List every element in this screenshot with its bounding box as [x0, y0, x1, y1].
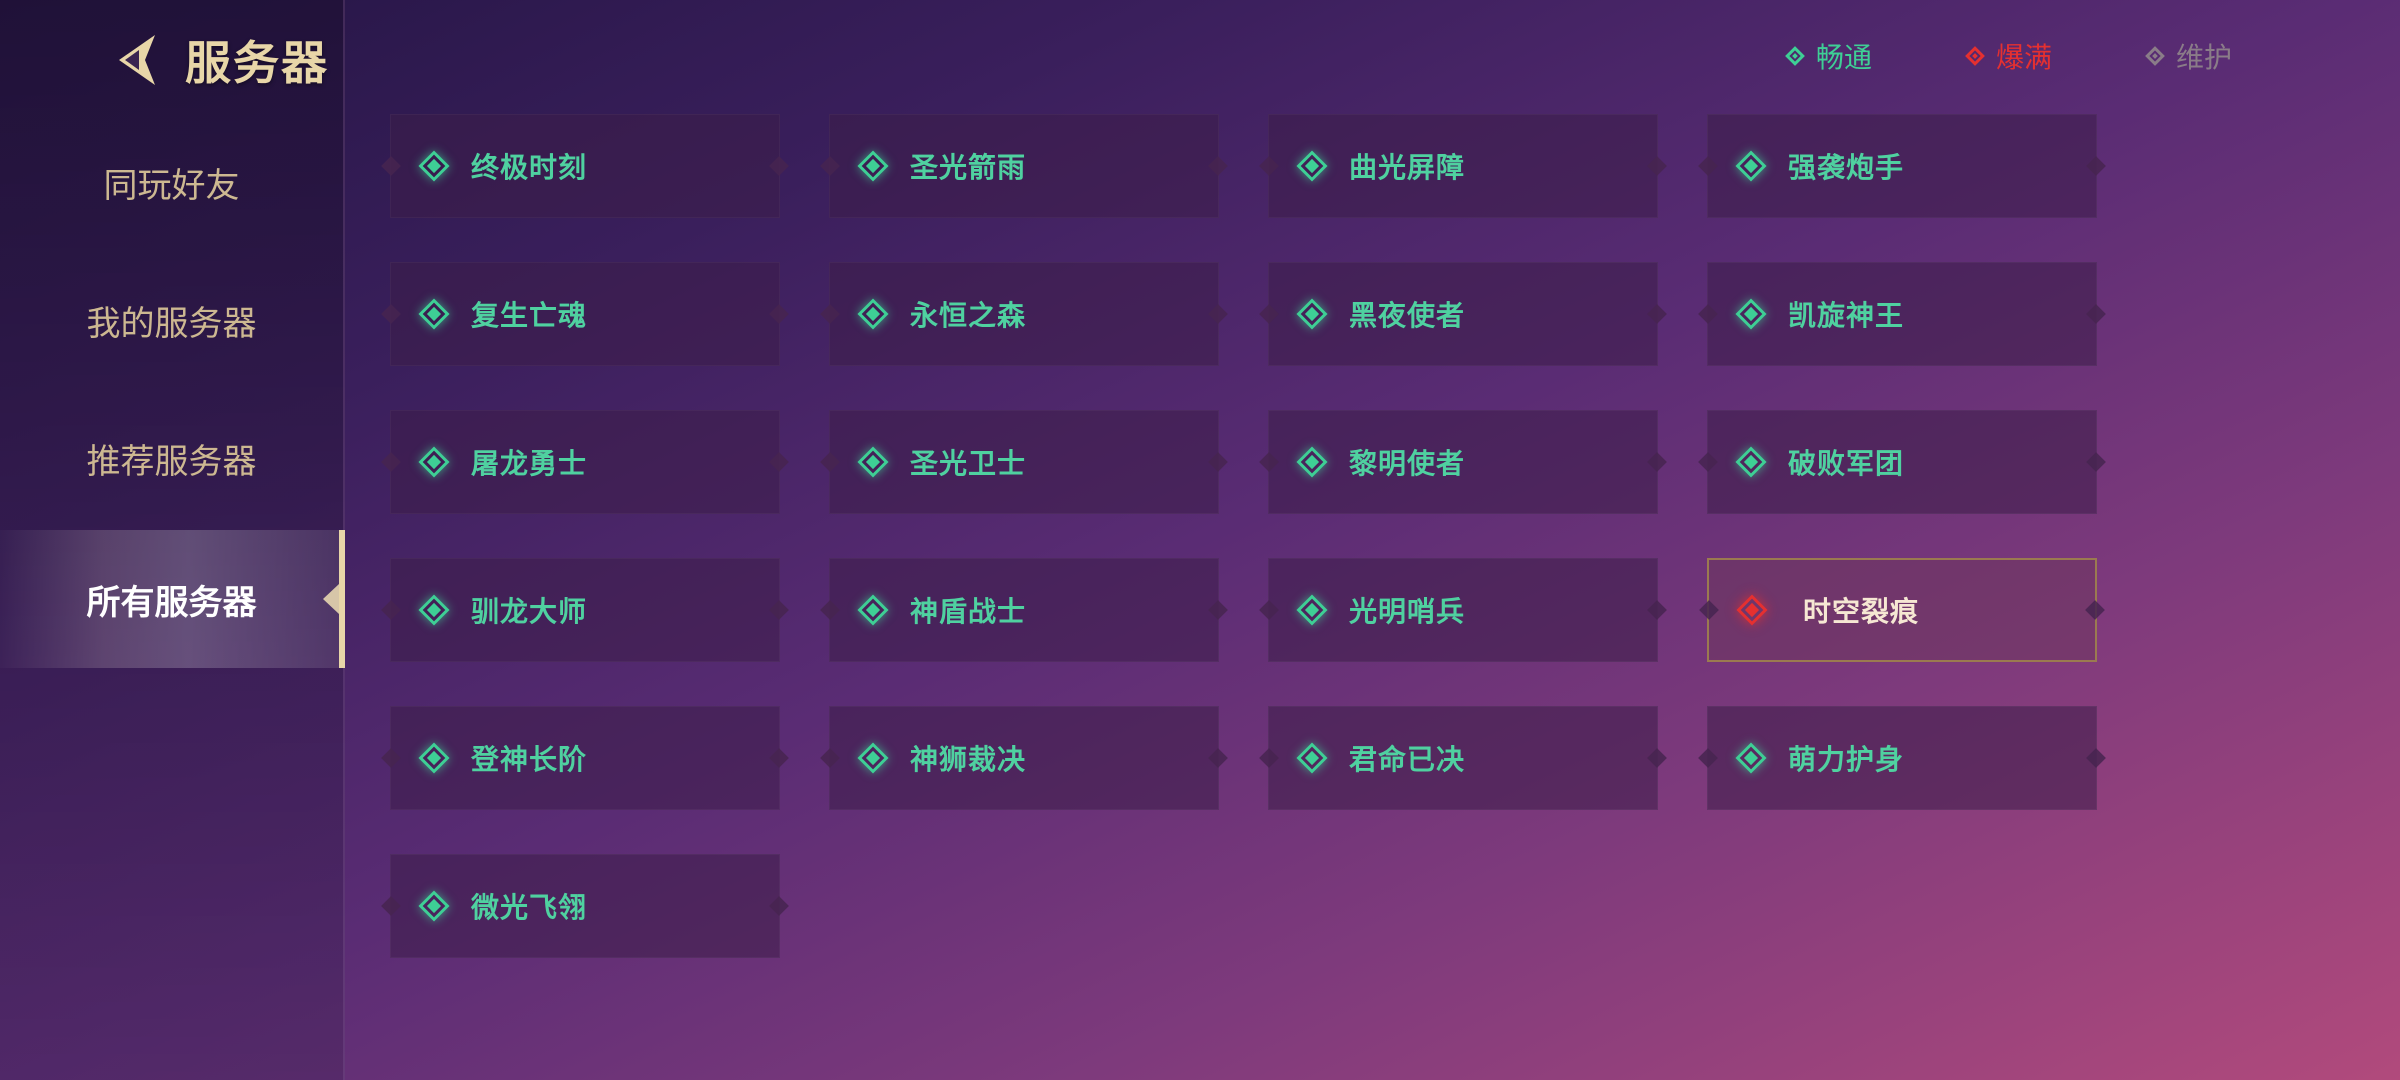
server-card[interactable]: 君命已决 [1259, 706, 1667, 810]
server-card[interactable]: 圣光卫士 [820, 410, 1228, 514]
server-card[interactable]: 驯龙大师 [381, 558, 789, 662]
server-name: 曲光屏障 [1349, 151, 1466, 184]
server-card[interactable]: 复生亡魂 [381, 262, 789, 366]
status-diamond-icon [1734, 741, 1768, 775]
server-name: 永恒之森 [910, 299, 1027, 332]
server-card[interactable]: 圣光箭雨 [820, 114, 1228, 218]
sidebar-item-label: 所有服务器 [86, 582, 257, 623]
server-name: 圣光箭雨 [910, 151, 1027, 184]
status-diamond-icon [1734, 297, 1768, 331]
server-card[interactable]: 微光飞翎 [381, 854, 789, 958]
status-diamond-icon [417, 297, 451, 331]
legend-label: 畅通 [1816, 41, 1873, 74]
server-name: 萌力护身 [1788, 743, 1905, 776]
server-card[interactable]: 黑夜使者 [1259, 262, 1667, 366]
server-card[interactable]: 永恒之森 [820, 262, 1228, 366]
sidebar-item-friends[interactable]: 同玩好友 [0, 132, 343, 232]
server-name: 屠龙勇士 [471, 447, 588, 480]
server-name: 神狮裁决 [910, 743, 1027, 776]
status-diamond-icon [1295, 593, 1329, 627]
legend-item-full: 爆满 [1965, 36, 2053, 76]
server-card[interactable]: 萌力护身 [1698, 706, 2106, 810]
sidebar-item-all-servers[interactable]: 所有服务器 [0, 530, 345, 668]
status-diamond-icon [1734, 149, 1768, 183]
server-name: 圣光卫士 [910, 447, 1027, 480]
server-name: 黎明使者 [1349, 447, 1466, 480]
status-diamond-icon [856, 741, 890, 775]
status-diamond-icon [417, 741, 451, 775]
server-name: 凯旋神王 [1788, 299, 1905, 332]
sidebar-item-recommended-servers[interactable]: 推荐服务器 [0, 408, 343, 508]
status-diamond-icon [417, 149, 451, 183]
server-name: 微光飞翎 [471, 891, 588, 924]
server-name: 时空裂痕 [1803, 595, 1920, 628]
diamond-icon [1785, 46, 1805, 66]
header: 服务器 [105, 22, 329, 98]
server-name: 登神长阶 [471, 743, 588, 776]
server-card[interactable]: 光明哨兵 [1259, 558, 1667, 662]
legend-item-maintenance: 维护 [2145, 36, 2233, 76]
sidebar-item-label: 推荐服务器 [86, 441, 257, 482]
server-name: 驯龙大师 [471, 595, 588, 628]
server-card[interactable]: 强袭炮手 [1698, 114, 2106, 218]
status-diamond-icon [1295, 297, 1329, 331]
server-card-selected[interactable]: 时空裂痕 [1699, 558, 2105, 662]
server-name: 黑夜使者 [1349, 299, 1466, 332]
server-name: 破败军团 [1788, 447, 1905, 480]
server-card[interactable]: 神盾战士 [820, 558, 1228, 662]
legend-label: 维护 [2176, 41, 2233, 74]
server-card[interactable]: 终极时刻 [381, 114, 789, 218]
diamond-icon [2145, 46, 2165, 66]
server-card[interactable]: 曲光屏障 [1259, 114, 1667, 218]
server-name: 复生亡魂 [471, 299, 588, 332]
server-card[interactable]: 登神长阶 [381, 706, 789, 810]
status-diamond-icon [417, 889, 451, 923]
status-diamond-icon [856, 593, 890, 627]
caret-left-icon [323, 584, 339, 614]
sidebar-item-my-servers[interactable]: 我的服务器 [0, 270, 343, 370]
status-diamond-icon [1295, 149, 1329, 183]
status-diamond-icon [417, 593, 451, 627]
legend-label: 爆满 [1996, 41, 2053, 74]
status-diamond-icon [1295, 445, 1329, 479]
status-diamond-icon [856, 149, 890, 183]
status-diamond-icon [1735, 593, 1769, 627]
legend-item-smooth: 畅通 [1785, 36, 1873, 76]
server-name: 终极时刻 [471, 151, 588, 184]
server-card[interactable]: 凯旋神王 [1698, 262, 2106, 366]
server-card[interactable]: 黎明使者 [1259, 410, 1667, 514]
server-card[interactable]: 神狮裁决 [820, 706, 1228, 810]
back-arrow-icon[interactable] [105, 29, 167, 91]
status-diamond-icon [1295, 741, 1329, 775]
status-diamond-icon [856, 297, 890, 331]
server-card[interactable]: 破败军团 [1698, 410, 2106, 514]
server-card[interactable]: 屠龙勇士 [381, 410, 789, 514]
server-name: 光明哨兵 [1349, 595, 1466, 628]
diamond-icon [1965, 46, 1985, 66]
status-diamond-icon [1734, 445, 1768, 479]
sidebar-item-label: 我的服务器 [86, 303, 257, 344]
sidebar: 同玩好友 我的服务器 推荐服务器 所有服务器 [0, 0, 345, 1080]
page-title: 服务器 [185, 36, 329, 90]
server-name: 强袭炮手 [1788, 151, 1905, 184]
sidebar-item-label: 同玩好友 [103, 165, 240, 206]
status-diamond-icon [856, 445, 890, 479]
server-name: 神盾战士 [910, 595, 1027, 628]
status-diamond-icon [417, 445, 451, 479]
server-name: 君命已决 [1349, 743, 1466, 776]
